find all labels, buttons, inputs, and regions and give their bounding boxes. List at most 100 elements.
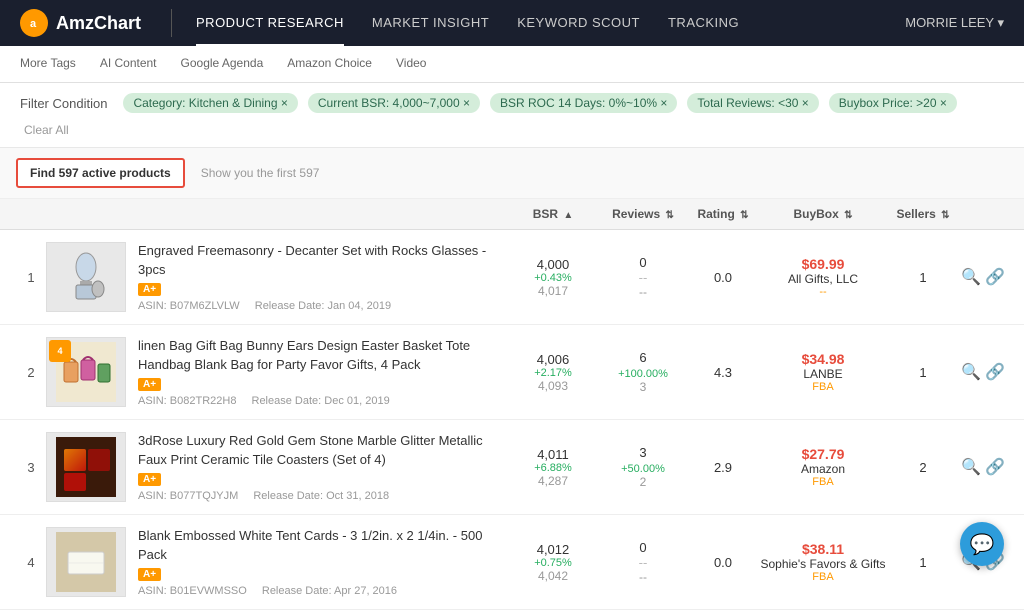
fba-badge: FBA [758,381,888,393]
asin[interactable]: ASIN: B01EVWMSSO [138,585,247,597]
buybox-data: $69.99 All Gifts, LLC -- [758,256,888,298]
chat-icon: 💬 [970,532,995,557]
sellers-count: 2 [888,460,958,475]
filter-tag-bsr-roc[interactable]: BSR ROC 14 Days: 0%~10% × [490,93,677,113]
view-icon[interactable]: 🔍 [961,362,981,382]
rating-data: 0.0 [688,555,758,570]
logo[interactable]: a AmzChart [20,9,141,37]
filter-tag-reviews[interactable]: Total Reviews: <30 × [687,93,818,113]
asin[interactable]: ASIN: B082TR22H8 [138,395,236,407]
link-icon[interactable]: 🔗 [985,362,1005,382]
table-row: 4 Blank Embossed White Tent Cards - 3 1/… [0,515,1024,610]
product-thumbnail[interactable] [46,432,126,502]
release-date: Release Date: Jan 04, 2019 [255,300,391,312]
product-thumbnail[interactable] [46,527,126,597]
rank-number: 3 [16,460,46,475]
price: $69.99 [758,256,888,272]
nav-market-insight[interactable]: MARKET INSIGHT [372,1,489,46]
buybox-data: $38.11 Sophie's Favors & Gifts FBA [758,541,888,583]
product-badges: A+ [138,473,508,486]
bsr-change: +6.88% [508,462,598,474]
col-reviews-header[interactable]: Reviews ⇅ [598,207,688,221]
sellers-count: 1 [888,270,958,285]
product-info: 3dRose Luxury Red Gold Gem Stone Marble … [138,432,508,501]
product-title[interactable]: Blank Embossed White Tent Cards - 3 1/2i… [138,527,508,563]
col-rating-header[interactable]: Rating ⇅ [688,207,758,221]
reviews-sort-icon: ⇅ [665,210,673,221]
product-title[interactable]: Engraved Freemasonry - Decanter Set with… [138,242,508,278]
release-date: Release Date: Dec 01, 2019 [252,395,390,407]
reviews-data: 0 -- -- [598,540,688,584]
product-meta: ASIN: B082TR22H8 Release Date: Dec 01, 2… [138,395,508,407]
product-badges: A+ [138,378,508,391]
sub-tab-more-tags[interactable]: More Tags [20,46,76,82]
fba-badge: -- [758,286,888,298]
filter-label: Filter Condition [20,96,107,111]
user-menu[interactable]: MORRIE LEEY ▾ [905,15,1004,31]
filter-tag-bsr[interactable]: Current BSR: 4,000~7,000 × [308,93,480,113]
reviews-data: 6 +100.00% 3 [598,350,688,394]
aplus-badge: A+ [138,473,161,486]
asin[interactable]: ASIN: B077TQJYJM [138,490,238,502]
link-icon[interactable]: 🔗 [985,267,1005,287]
sub-tabs-bar: More Tags AI Content Google Agenda Amazo… [0,46,1024,83]
table-row: 1 Engraved Freemasonry - Decanter Set wi… [0,230,1024,325]
col-sellers-header[interactable]: Sellers ⇅ [888,207,958,221]
col-bsr-header[interactable]: BSR ▲ [508,207,598,221]
reviews-data: 0 -- -- [598,255,688,299]
chat-button[interactable]: 💬 [960,522,1004,566]
filter-bar: Filter Condition Category: Kitchen & Din… [0,83,1024,148]
seller-name: All Gifts, LLC [758,272,888,286]
sub-tab-amazon-choice[interactable]: Amazon Choice [287,46,372,82]
row-actions: 🔍 🔗 [958,457,1008,477]
product-title[interactable]: 3dRose Luxury Red Gold Gem Stone Marble … [138,432,508,468]
product-thumbnail[interactable]: 4 [46,337,126,407]
product-list: 1 Engraved Freemasonry - Decanter Set wi… [0,230,1024,610]
nav-product-research[interactable]: PRODUCT RESEARCH [196,1,344,46]
nav-tracking[interactable]: TRACKING [668,1,739,46]
sub-tab-video[interactable]: Video [396,46,426,82]
reviews-main: 6 [598,350,688,365]
product-title[interactable]: linen Bag Gift Bag Bunny Ears Design Eas… [138,337,508,373]
link-icon[interactable]: 🔗 [985,457,1005,477]
rating-data: 4.3 [688,365,758,380]
logo-text: AmzChart [56,13,141,34]
product-meta: ASIN: B01EVWMSSO Release Date: Apr 27, 2… [138,585,508,597]
sellers-count: 1 [888,555,958,570]
sellers-sort-icon: ⇅ [941,210,949,221]
view-icon[interactable]: 🔍 [961,457,981,477]
clear-all-button[interactable]: Clear All [24,123,69,137]
fba-badge: FBA [758,476,888,488]
rank-number: 4 [16,555,46,570]
row-actions: 🔍 🔗 [958,267,1008,287]
bsr-data: 4,011 +6.88% 4,287 [508,447,598,488]
product-meta: ASIN: B077TQJYJM Release Date: Oct 31, 2… [138,490,508,502]
aplus-badge: A+ [138,283,161,296]
rank-badge: 4 [49,340,71,362]
buybox-data: $34.98 LANBE FBA [758,351,888,393]
filter-tag-category[interactable]: Category: Kitchen & Dining × [123,93,297,113]
filter-tag-buybox[interactable]: Buybox Price: >20 × [829,93,957,113]
seller-name: Amazon [758,462,888,476]
table-header-row: Find 597 active products Show you the fi… [0,148,1024,199]
product-thumbnail[interactable] [46,242,126,312]
col-buybox-header[interactable]: BuyBox ⇅ [758,207,888,221]
bsr-change: +0.43% [508,272,598,284]
reviews-main: 0 [598,255,688,270]
asin[interactable]: ASIN: B07M6ZLVLW [138,300,240,312]
rank-number: 1 [16,270,46,285]
sellers-count: 1 [888,365,958,380]
table-row: 3 3dRose Luxury Red Gold Gem Stone Marbl… [0,420,1024,515]
nav-keyword-scout[interactable]: KEYWORD SCOUT [517,1,640,46]
sub-tab-ai-content[interactable]: AI Content [100,46,157,82]
sub-tab-google-agenda[interactable]: Google Agenda [181,46,264,82]
view-icon[interactable]: 🔍 [961,267,981,287]
bsr-main: 4,011 [508,447,598,462]
product-meta: ASIN: B07M6ZLVLW Release Date: Jan 04, 2… [138,300,508,312]
find-products-button[interactable]: Find 597 active products [16,158,185,188]
price: $27.79 [758,446,888,462]
row-actions: 🔍 🔗 [958,362,1008,382]
product-info: Engraved Freemasonry - Decanter Set with… [138,242,508,311]
bsr-change: +0.75% [508,557,598,569]
reviews-main: 3 [598,445,688,460]
